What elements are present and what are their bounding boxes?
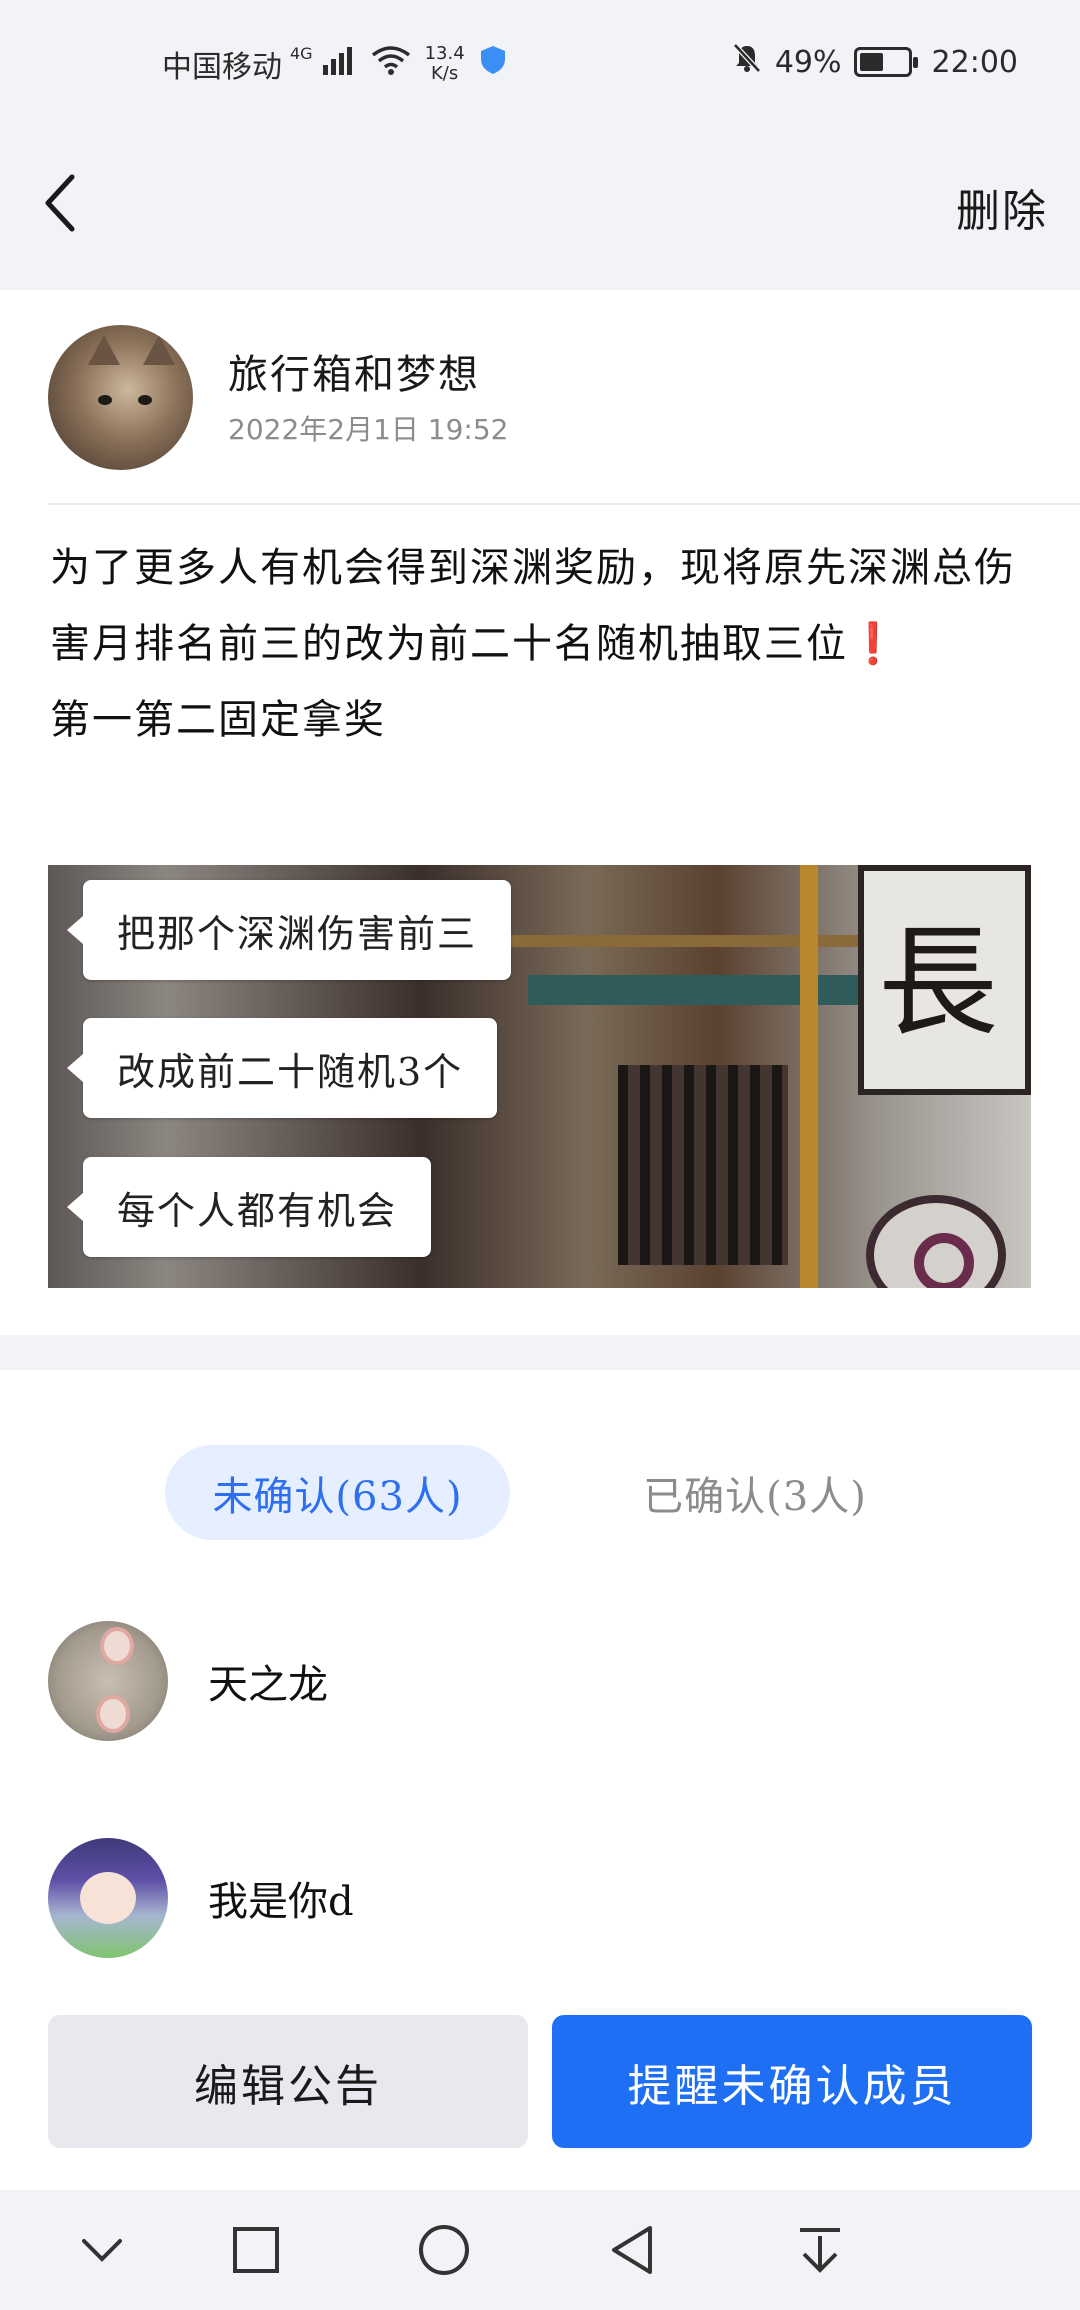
avatar-paw-pad	[100, 1626, 134, 1665]
image-pole	[800, 865, 818, 1288]
image-window	[618, 1065, 788, 1265]
avatar-cat-eye	[98, 395, 112, 405]
chat-bubble-3: 每个人都有机会	[66, 1157, 432, 1257]
triangle-back-icon[interactable]	[592, 2215, 672, 2285]
delete-button[interactable]: 删除	[956, 175, 1048, 239]
post-image[interactable]: 長 把那个深渊伤害前三 改成前二十随机3个 每个人都有机会	[48, 865, 1031, 1288]
battery-icon	[853, 47, 918, 77]
status-left: 中国移动 4G 13.4 K/s	[162, 42, 507, 86]
chevron-left-icon	[40, 173, 80, 237]
clock: 22:00	[931, 44, 1018, 80]
avatar-face	[80, 1871, 136, 1924]
avatar-cat-eye	[138, 395, 152, 405]
bell-muted-icon	[731, 42, 763, 82]
post-card: 旅行箱和梦想 2022年2月1日 19:52 为了更多人有机会得到深渊奖励，现将…	[0, 290, 1080, 1335]
square-icon[interactable]	[216, 2215, 296, 2285]
post-time: 2022年2月1日 19:52	[228, 413, 509, 446]
battery-fill	[859, 53, 883, 71]
member-name: 天之龙	[208, 1661, 328, 1708]
exclamation-icon: ❗	[848, 620, 900, 667]
signal-icon	[321, 45, 355, 83]
post-body: 为了更多人有机会得到深渊奖励，现将原先深渊总伤害月排名前三的改为前二十名随机抽取…	[50, 530, 1035, 758]
network-type: 4G	[290, 44, 313, 63]
author-avatar[interactable]	[48, 325, 193, 470]
nav-bar: 删除	[0, 125, 1080, 290]
status-bar: 中国移动 4G 13.4 K/s 49% 22:00	[0, 0, 1080, 125]
divider	[48, 503, 1080, 505]
wifi-icon	[371, 45, 411, 83]
back-button[interactable]	[20, 145, 100, 265]
chat-bubble-2: 改成前二十随机3个	[66, 1018, 498, 1118]
edit-announcement-button[interactable]: 编辑公告	[48, 2015, 528, 2148]
network-speed-unit: K/s	[430, 63, 459, 84]
avatar-cat-ear	[143, 335, 175, 365]
circle-icon[interactable]	[404, 2215, 484, 2285]
chevron-down-icon[interactable]	[62, 2215, 142, 2285]
member-name: 我是你d	[208, 1878, 354, 1925]
carrier-label: 中国移动	[162, 50, 282, 85]
member-row[interactable]: 我是你d	[48, 1835, 1048, 1960]
battery-percent: 49%	[774, 44, 842, 80]
member-avatar	[48, 1620, 168, 1741]
remind-unconfirmed-button[interactable]: 提醒未确认成员	[552, 2015, 1032, 2148]
action-bar: 编辑公告 提醒未确认成员	[0, 2010, 1080, 2190]
tab-unconfirmed[interactable]: 未确认(63人)	[165, 1445, 510, 1540]
pull-down-icon[interactable]	[780, 2215, 860, 2285]
tab-confirmed[interactable]: 已确认(3人)	[590, 1445, 920, 1540]
network-speed-value: 13.4	[424, 43, 465, 64]
network-speed: 13.4 K/s	[425, 44, 465, 84]
image-sign-glyph: 長	[878, 914, 998, 1053]
shield-icon	[479, 45, 507, 83]
chat-bubble-1: 把那个深渊伤害前三	[66, 880, 512, 980]
post-body-line2: 第一第二固定拿奖	[50, 697, 386, 743]
avatar-paw-pad	[96, 1694, 130, 1733]
avatar-cat-ear	[88, 335, 120, 365]
member-avatar	[48, 1837, 168, 1958]
status-right: 49% 22:00	[731, 42, 1018, 82]
system-nav-bar	[0, 2190, 1080, 2310]
member-row[interactable]: 天之龙	[48, 1618, 1048, 1743]
image-round-sign	[866, 1195, 1006, 1288]
author-name: 旅行箱和梦想	[228, 352, 480, 398]
